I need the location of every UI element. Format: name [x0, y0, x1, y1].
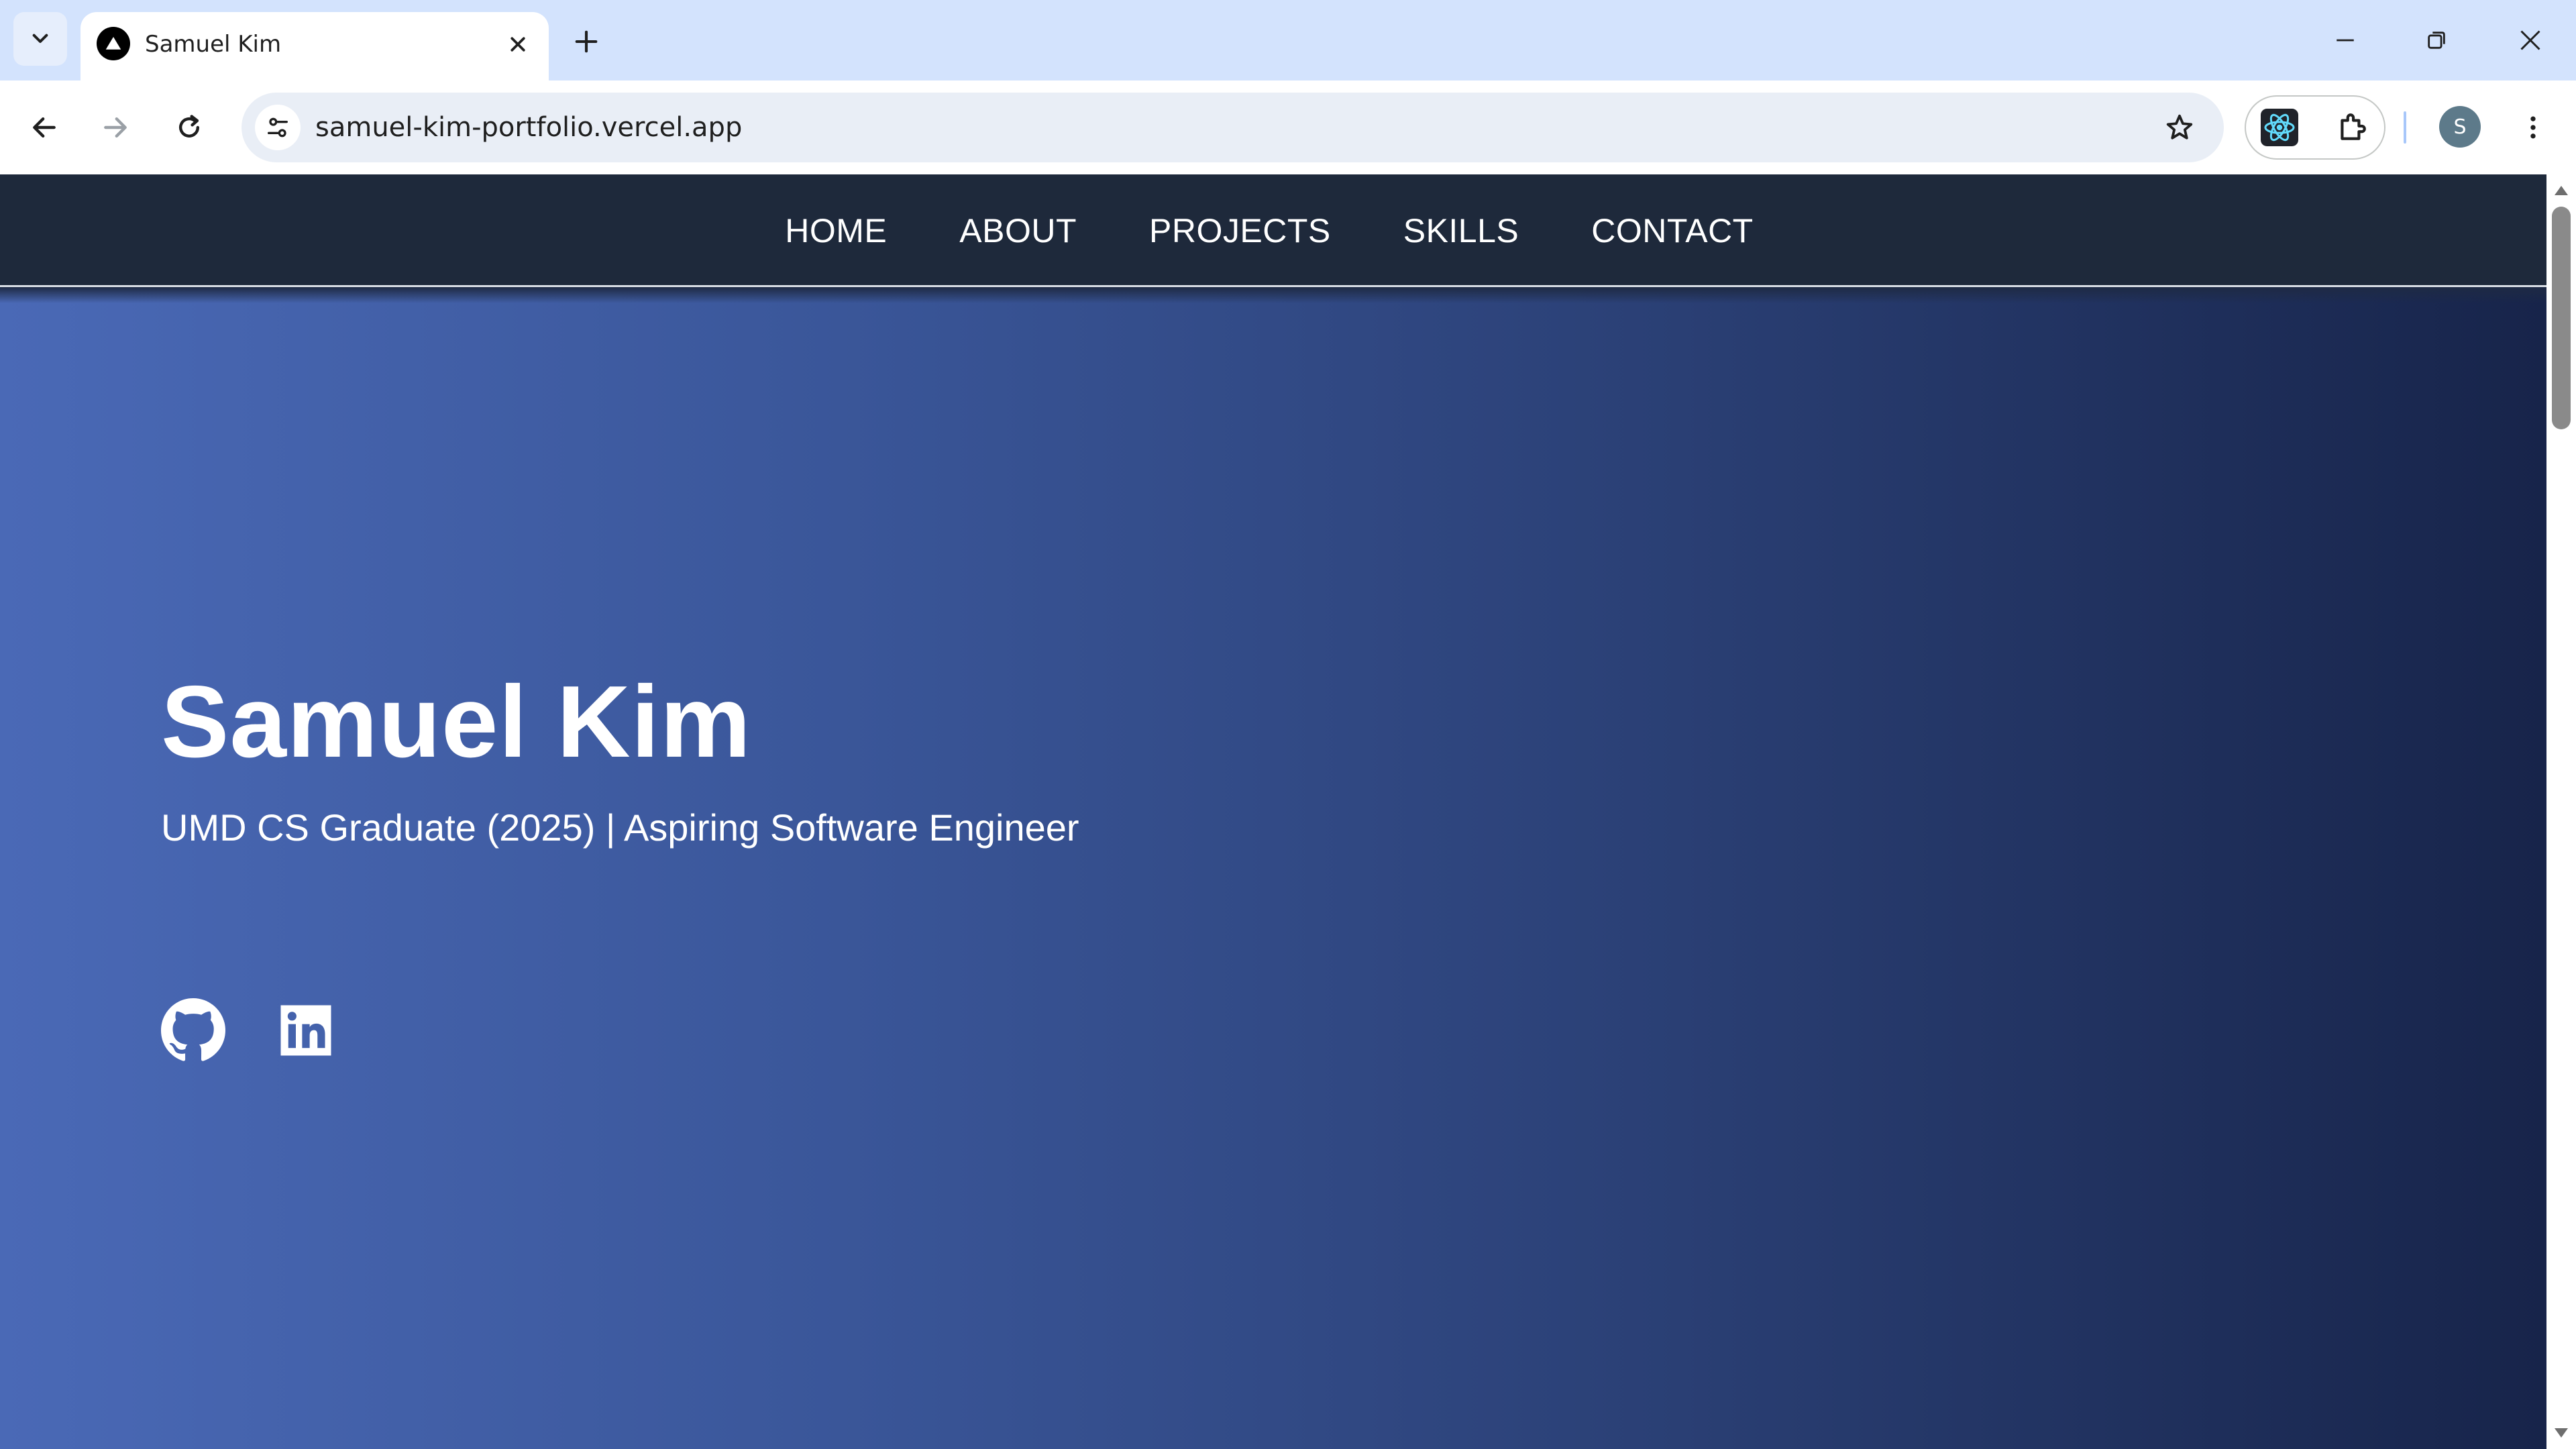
page-scrollbar[interactable]: [2546, 174, 2576, 1449]
arrow-left-icon: [33, 117, 56, 138]
react-icon: [2261, 109, 2298, 146]
reload-icon: [178, 115, 200, 138]
arrow-right-icon: [104, 117, 127, 138]
restore-icon: [2428, 32, 2445, 49]
back-button[interactable]: [20, 103, 68, 152]
github-link[interactable]: [160, 997, 227, 1064]
tab-title: Samuel Kim: [145, 31, 282, 58]
minimize-icon: [2337, 39, 2354, 42]
nav-item-contact[interactable]: CONTACT: [1591, 211, 1753, 251]
window-close-button[interactable]: [2485, 0, 2576, 80]
reload-button[interactable]: [165, 103, 213, 152]
extensions-group: [2245, 95, 2385, 160]
chevron-down-icon: [32, 34, 48, 43]
tab-strip: Samuel Kim: [0, 0, 2576, 80]
nav-item-home[interactable]: HOME: [785, 211, 887, 251]
profile-initial: S: [2453, 115, 2467, 139]
nav-item-about[interactable]: ABOUT: [959, 211, 1077, 251]
close-icon: [511, 37, 525, 52]
triangle-up-icon: [2555, 186, 2568, 195]
page-viewport: Samuel Kim UMD CS Graduate (2025) | Aspi…: [0, 174, 2546, 1449]
scroll-thumb[interactable]: [2552, 207, 2571, 429]
bookmark-button[interactable]: [2158, 106, 2201, 149]
site-navbar: HOME ABOUT PROJECTS SKILLS CONTACT: [0, 174, 2546, 287]
nav-item-projects[interactable]: PROJECTS: [1149, 211, 1331, 251]
linkedin-link[interactable]: [272, 997, 339, 1064]
nav-shadow: [0, 287, 2546, 303]
scroll-down-button[interactable]: [2546, 1421, 2576, 1445]
profile-avatar[interactable]: S: [2439, 106, 2481, 148]
browser-menu-button[interactable]: [2509, 103, 2557, 152]
extensions-button[interactable]: [2330, 106, 2373, 149]
new-tab-button[interactable]: [565, 20, 608, 63]
address-bar[interactable]: samuel-kim-portfolio.vercel.app: [241, 93, 2224, 162]
tune-icon: [268, 117, 288, 138]
puzzle-icon: [2341, 113, 2366, 140]
toolbar-divider: [2404, 111, 2406, 144]
url-text[interactable]: samuel-kim-portfolio.vercel.app: [315, 111, 742, 144]
minimize-button[interactable]: [2300, 0, 2391, 80]
scroll-up-button[interactable]: [2546, 178, 2576, 203]
star-icon: [2166, 114, 2193, 140]
more-vertical-icon: [2530, 116, 2536, 139]
react-devtools-button[interactable]: [2258, 106, 2301, 149]
triangle-down-icon: [2555, 1428, 2568, 1438]
tab-search-button[interactable]: [13, 12, 67, 66]
github-icon: [161, 998, 225, 1061]
forward-button[interactable]: [91, 103, 140, 152]
linkedin-icon: [280, 1005, 331, 1056]
nav-list: HOME ABOUT PROJECTS SKILLS CONTACT: [0, 174, 2546, 287]
hero-name: Samuel Kim: [161, 665, 752, 779]
hero-subtitle: UMD CS Graduate (2025) | Aspiring Softwa…: [161, 806, 1079, 849]
close-icon: [2520, 30, 2540, 50]
active-tab[interactable]: Samuel Kim: [80, 12, 549, 80]
nav-item-skills[interactable]: SKILLS: [1403, 211, 1519, 251]
site-info-button[interactable]: [255, 105, 301, 150]
browser-toolbar: samuel-kim-portfolio.vercel.app S: [0, 80, 2576, 174]
site-favicon-icon: [97, 27, 130, 60]
plus-icon: [575, 30, 598, 53]
hero-section: Samuel Kim UMD CS Graduate (2025) | Aspi…: [0, 287, 2546, 1449]
restore-button[interactable]: [2391, 0, 2482, 80]
tab-close-button[interactable]: [500, 27, 535, 62]
